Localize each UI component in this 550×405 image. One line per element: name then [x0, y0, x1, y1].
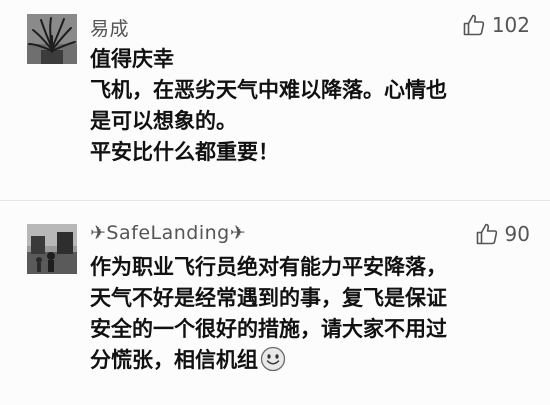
comment-text: 作为职业飞行员绝对有能力平安降落， 天气不好是经常遇到的事，复飞是保证 安全的一…	[90, 252, 526, 376]
avatar[interactable]	[27, 14, 77, 64]
comment-line: 值得庆幸	[90, 47, 174, 71]
comment-line: 作为职业飞行员绝对有能力平安降落，	[90, 255, 447, 279]
comment-item: 易成 102 值得庆幸 飞机，在恶劣天气中难以降落。心情也 是可以想象的。 平安…	[0, 0, 550, 200]
like-count: 90	[504, 222, 530, 246]
comment-line: 是可以想象的。	[90, 109, 237, 133]
comment-line-text: 分慌张，相信机组	[90, 348, 258, 372]
comment-line: 安全的一个很好的措施，请大家不用过	[90, 317, 447, 341]
comment-username[interactable]: 易成	[90, 14, 129, 41]
comment-username[interactable]: ✈SafeLanding✈	[90, 222, 246, 244]
like-button[interactable]: 90	[475, 222, 530, 246]
comment-line: 天气不好是经常遇到的事，复飞是保证	[90, 286, 447, 310]
thumbs-up-icon	[462, 13, 486, 37]
comment-line: 飞机，在恶劣天气中难以降落。心情也	[90, 78, 447, 102]
smiley-emoji-icon	[260, 346, 286, 372]
like-count: 102	[491, 13, 530, 37]
comment-line: 平安比什么都重要！	[90, 140, 279, 164]
thumbs-up-icon	[475, 222, 499, 246]
comment-text: 值得庆幸 飞机，在恶劣天气中难以降落。心情也 是可以想象的。 平安比什么都重要！	[90, 44, 526, 168]
like-button[interactable]: 102	[462, 13, 530, 37]
comment-feed: 易成 102 值得庆幸 飞机，在恶劣天气中难以降落。心情也 是可以想象的。 平安…	[0, 0, 550, 405]
avatar[interactable]	[27, 224, 77, 274]
comment-item: ✈SafeLanding✈ 90 作为职业飞行员绝对有能力平安降落， 天气不好是…	[0, 200, 550, 405]
comment-line: 分慌张，相信机组	[90, 345, 526, 376]
